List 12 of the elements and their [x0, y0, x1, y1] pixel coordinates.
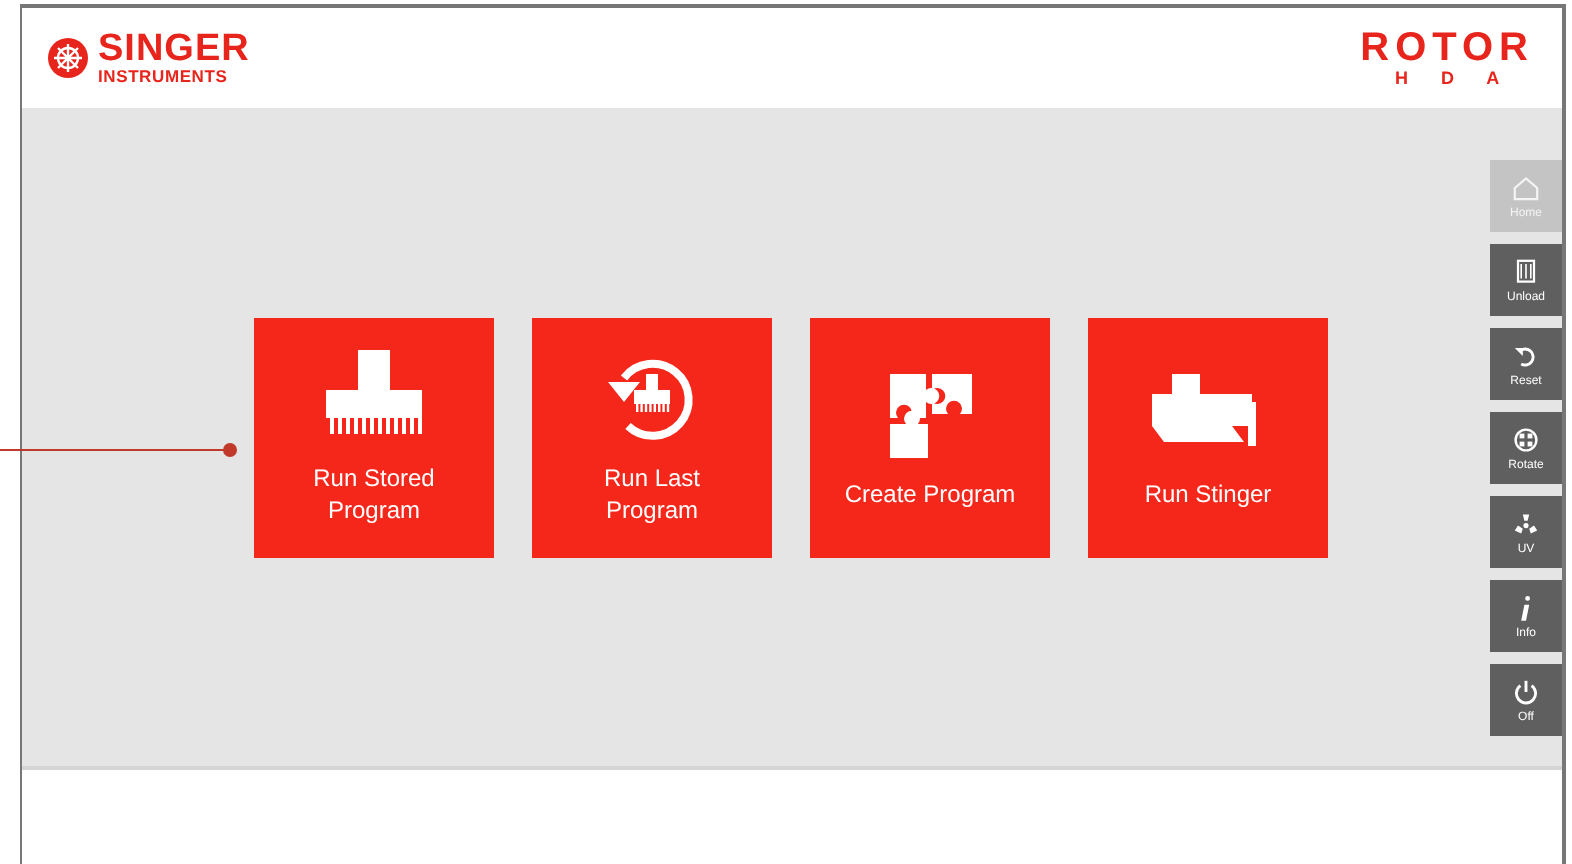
menu-tile[interactable]: Run Stored Program [254, 318, 494, 558]
menu-tile[interactable]: Run Stinger [1088, 318, 1328, 558]
brand-subtitle: INSTRUMENTS [98, 67, 230, 85]
menu-tile[interactable]: Run Last Program [532, 318, 772, 558]
power-icon [1510, 675, 1542, 707]
home-icon [1510, 171, 1542, 203]
rotate-icon [1510, 423, 1542, 455]
logo-emblem-icon [46, 36, 90, 80]
menu-tile[interactable]: Create Program [810, 318, 1050, 558]
product-subtitle: H D A [1394, 68, 1500, 88]
brand-name: SINGER [98, 31, 250, 67]
product-name: ROTOR [1360, 28, 1534, 68]
